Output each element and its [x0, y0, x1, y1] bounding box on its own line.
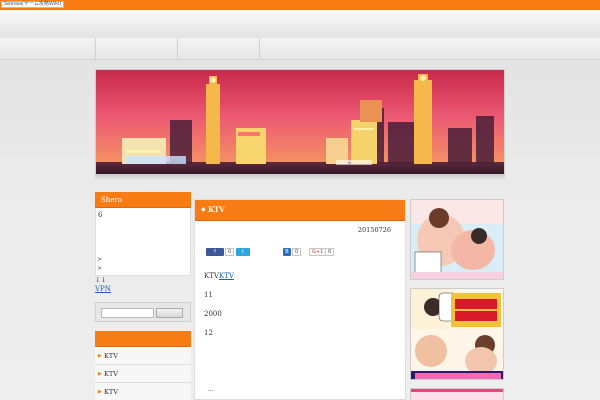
article-body: KTVKTV 11 2000 12 — [204, 272, 234, 348]
category-label: KTV — [104, 388, 118, 396]
ad-image — [411, 289, 503, 379]
ad-banner[interactable] — [410, 288, 504, 380]
category-item[interactable]: ▶ KTV — [95, 383, 191, 400]
body-paragraph: KTVKTV — [204, 272, 234, 280]
google-plus-count: 0 — [325, 248, 335, 256]
arrow-right-icon: ▶ — [98, 371, 102, 377]
profile-box: Shero 6 > > — [95, 192, 191, 276]
nav-item[interactable] — [259, 38, 341, 60]
profile-body: 6 > > — [95, 208, 191, 276]
search-input[interactable] — [101, 308, 154, 318]
global-nav — [0, 38, 600, 60]
bullet-icon: ◆ — [201, 206, 206, 213]
category-list: ▶ KTV ▶ KTV ▶ KTV — [95, 347, 191, 400]
body-text: KTV — [204, 272, 219, 280]
search-button[interactable] — [156, 308, 183, 318]
nav-item[interactable] — [177, 38, 259, 60]
twitter-icon[interactable]: t — [236, 248, 250, 256]
nav-item[interactable] — [95, 38, 177, 60]
site-logo[interactable]: Seesaa(ゲーム攻略Wiki) — [1, 1, 65, 8]
article-header: ◆ KTV — [195, 200, 405, 221]
city-skyline-picture — [96, 70, 504, 174]
sidebar-note: ↓↓ VPN — [95, 276, 111, 294]
google-plus-icon: G+1 — [309, 248, 327, 256]
profile-dot: > — [97, 265, 103, 272]
vpn-link[interactable]: VPN — [95, 285, 111, 293]
facebook-icon: f — [206, 248, 224, 256]
article: ◆ KTV 20150726 f 0 t B 0 G+1 0 KTVKTV 11… — [194, 199, 406, 400]
header-band — [0, 10, 600, 40]
banner-shadow — [95, 175, 505, 181]
profile-dot: > — [97, 256, 103, 263]
ad-image — [411, 389, 503, 400]
category-label: KTV — [104, 352, 118, 360]
body-paragraph: 2000 — [204, 310, 222, 318]
article-date: 20150726 — [357, 226, 391, 234]
hatena-bookmark-icon: B — [283, 248, 291, 256]
profile-title: Shero — [95, 192, 191, 208]
ad-banner[interactable] — [410, 199, 504, 280]
category-item[interactable]: ▶ KTV — [95, 365, 191, 383]
nav-item[interactable] — [341, 38, 423, 60]
facebook-share[interactable]: f 0 t — [206, 248, 256, 256]
search-box — [95, 302, 191, 322]
arrow-right-icon: ▶ — [98, 389, 102, 395]
body-paragraph: 12 — [204, 329, 213, 337]
ad-image — [411, 200, 503, 279]
hatena-count: 0 — [292, 248, 302, 256]
arrow-right-icon: ▶ — [98, 353, 102, 359]
ad-banner[interactable] — [410, 388, 504, 400]
profile-count: 6 — [98, 211, 103, 219]
categories-title — [95, 331, 191, 347]
top-bar: Seesaa(ゲーム攻略Wiki) — [0, 0, 600, 10]
article-footer-mark: ... — [208, 386, 214, 393]
note-marks: ↓↓ — [95, 276, 107, 284]
body-paragraph: 11 — [204, 291, 213, 299]
google-plus-share[interactable]: G+1 0 — [309, 248, 345, 256]
header-banner-image — [95, 69, 505, 175]
share-count: 0 — [225, 248, 235, 256]
category-label: KTV — [104, 370, 118, 378]
article-title[interactable]: KTV — [208, 205, 225, 214]
category-item[interactable]: ▶ KTV — [95, 347, 191, 365]
body-link[interactable]: KTV — [219, 272, 234, 280]
